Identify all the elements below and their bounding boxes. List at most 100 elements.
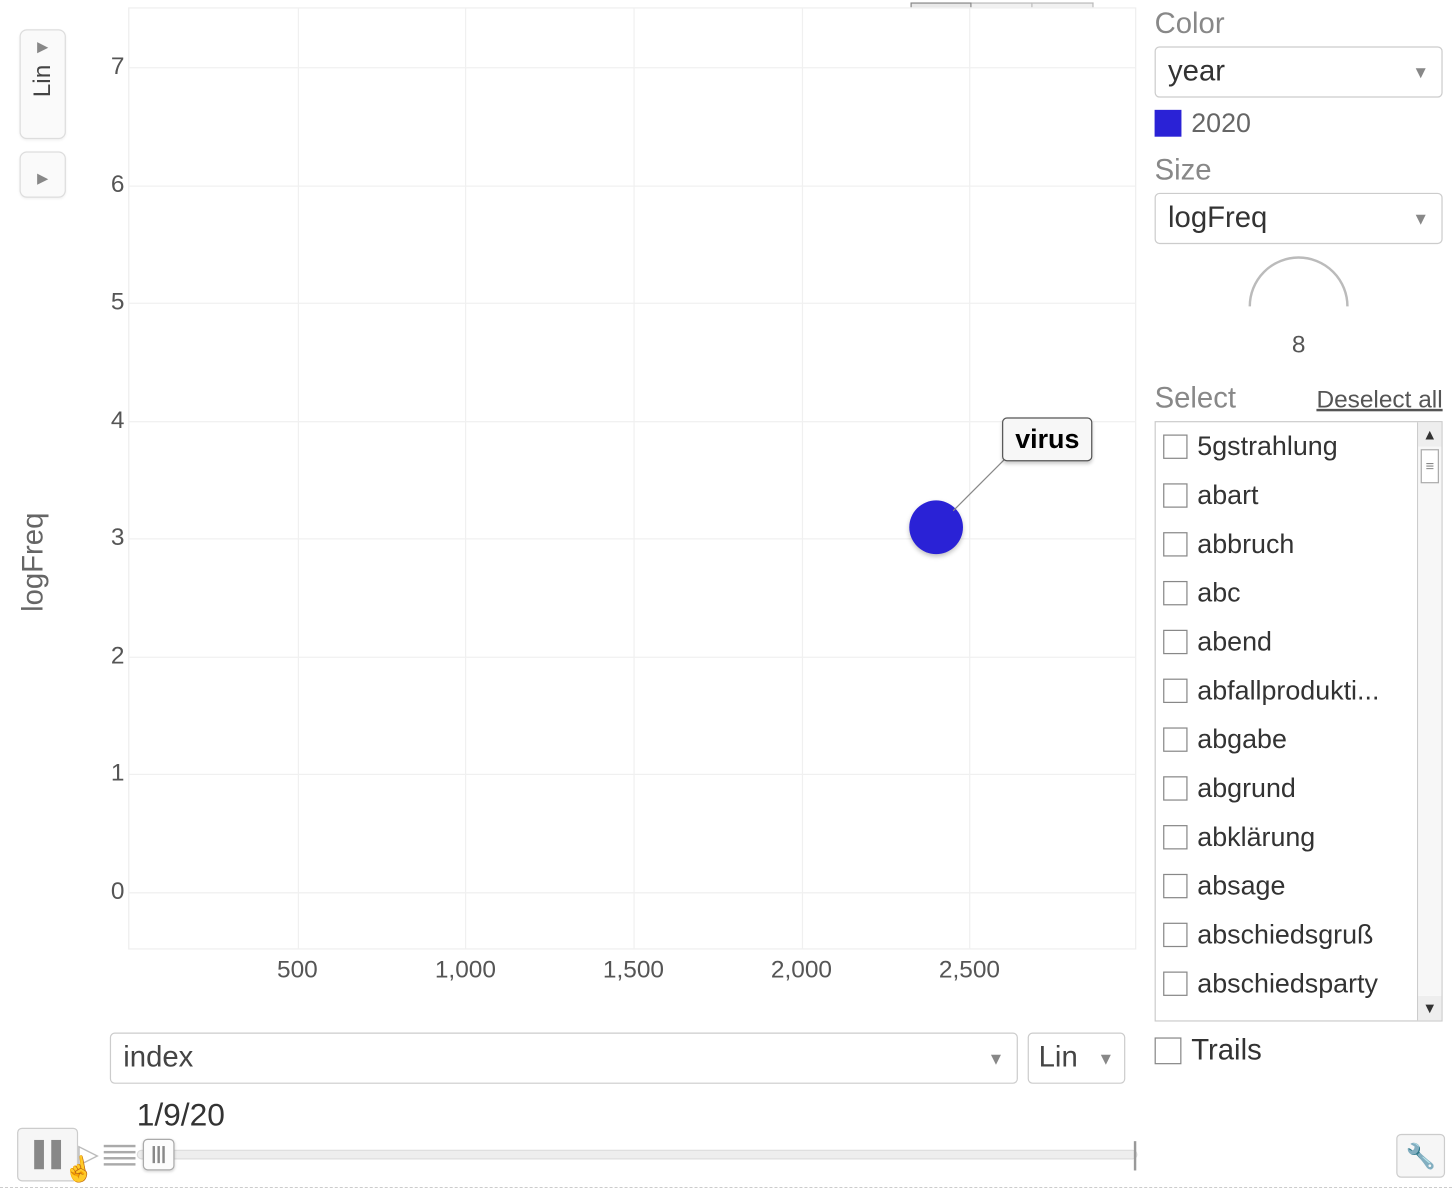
list-item-checkbox[interactable] — [1163, 923, 1187, 947]
chevron-down-icon: ▼ — [1412, 62, 1429, 82]
list-item-checkbox[interactable] — [1163, 776, 1187, 800]
listbox-scrollbar[interactable]: ▲ ▼ — [1417, 422, 1441, 1020]
list-item[interactable]: abart — [1156, 471, 1417, 520]
chevron-down-icon: ▼ — [1412, 209, 1429, 229]
y-axis-label: logFreq — [17, 513, 51, 612]
list-item-checkbox[interactable] — [1163, 825, 1187, 849]
list-item-checkbox[interactable] — [1163, 630, 1187, 654]
color-value: year — [1168, 55, 1225, 89]
select-section-label: Select — [1155, 382, 1236, 416]
color-select[interactable]: year ▼ — [1155, 46, 1443, 97]
list-item[interactable]: abschluß — [1156, 1008, 1417, 1020]
size-value: logFreq — [1168, 201, 1267, 235]
y-tick-label: 0 — [95, 878, 124, 906]
x-scale-toggle[interactable]: Lin ▼ — [1028, 1033, 1126, 1084]
x-tick-label: 500 — [277, 957, 318, 985]
cursor-icon: ☝ — [61, 1152, 96, 1187]
expand-icon: ▶ — [37, 170, 48, 187]
trails-label: Trails — [1191, 1034, 1262, 1068]
list-item[interactable]: abbruch — [1156, 520, 1417, 569]
x-tick-label: 1,500 — [603, 957, 664, 985]
list-item[interactable]: abend — [1156, 618, 1417, 667]
timeline-thumb[interactable] — [143, 1139, 175, 1171]
scrollbar-thumb[interactable] — [1421, 449, 1439, 483]
pause-icon — [34, 1140, 44, 1169]
y-tick-label: 7 — [95, 53, 124, 81]
timeline-slider[interactable] — [137, 1150, 1138, 1160]
list-item-label: abgrund — [1197, 773, 1296, 805]
speed-control[interactable] — [104, 1144, 136, 1165]
list-item-label: abfallprodukti... — [1197, 675, 1379, 707]
gridline — [129, 774, 1135, 775]
gridline — [129, 539, 1135, 540]
settings-button[interactable]: 🔧 — [1396, 1134, 1445, 1178]
size-scale-preview[interactable] — [1155, 251, 1443, 324]
list-item-checkbox[interactable] — [1163, 532, 1187, 556]
y-tick-label: 4 — [95, 407, 124, 435]
list-item-label: abgabe — [1197, 724, 1287, 756]
legend-swatch — [1155, 110, 1182, 137]
y-extra-toggle[interactable]: ▶ — [20, 151, 66, 197]
list-item-label: abart — [1197, 480, 1258, 512]
y-scale-toggle[interactable]: ▶ Lin — [20, 29, 66, 139]
x-tick-label: 2,500 — [939, 957, 1000, 985]
list-item[interactable]: absage — [1156, 862, 1417, 911]
plot-area[interactable]: 5001,0001,5002,0002,50001234567virus — [128, 7, 1136, 949]
list-item[interactable]: abgrund — [1156, 764, 1417, 813]
list-item-label: abc — [1197, 577, 1240, 609]
right-panel: Color year ▼ 2020 Size logFreq ▼ 8 Selec… — [1155, 7, 1443, 1068]
list-item-label: abschiedsgruß — [1197, 919, 1373, 951]
data-label[interactable]: virus — [1002, 417, 1093, 461]
gridline — [129, 656, 1135, 657]
list-item-checkbox[interactable] — [1163, 581, 1187, 605]
scroll-down-icon[interactable]: ▼ — [1418, 996, 1441, 1020]
legend-label: 2020 — [1191, 107, 1251, 139]
gridline — [465, 9, 466, 949]
list-item[interactable]: abschiedsparty — [1156, 959, 1417, 1008]
list-item[interactable]: abfallprodukti... — [1156, 666, 1417, 715]
list-item-label: abbruch — [1197, 528, 1294, 560]
gridline — [129, 67, 1135, 68]
list-item-checkbox[interactable] — [1163, 874, 1187, 898]
gridline — [633, 9, 634, 949]
list-item[interactable]: abc — [1156, 569, 1417, 618]
x-scale-label: Lin — [1039, 1041, 1078, 1075]
gridline — [129, 303, 1135, 304]
x-axis-value: index — [123, 1041, 193, 1075]
color-section-label: Color — [1155, 7, 1443, 41]
list-item-checkbox[interactable] — [1163, 972, 1187, 996]
trails-toggle[interactable]: Trails — [1155, 1034, 1443, 1068]
timeline-date: 1/9/20 — [137, 1096, 225, 1134]
size-select[interactable]: logFreq ▼ — [1155, 193, 1443, 244]
list-item-label: abschluß — [1197, 1017, 1306, 1021]
gridline — [801, 9, 802, 949]
x-axis-select[interactable]: index ▼ — [110, 1033, 1018, 1084]
select-listbox: 5gstrahlung abart abbruch abc abend abfallpro… — [1155, 421, 1443, 1021]
list-item-label: absage — [1197, 870, 1285, 902]
list-item-checkbox[interactable] — [1163, 434, 1187, 458]
slider-end-tick — [1134, 1141, 1136, 1170]
size-scale-value: 8 — [1155, 332, 1443, 360]
y-tick-label: 1 — [95, 760, 124, 788]
list-item[interactable]: abgabe — [1156, 715, 1417, 764]
y-tick-label: 6 — [95, 171, 124, 199]
list-item-checkbox[interactable] — [1163, 727, 1187, 751]
trails-checkbox[interactable] — [1155, 1037, 1182, 1064]
list-item[interactable]: abschiedsgruß — [1156, 910, 1417, 959]
pause-icon — [51, 1140, 61, 1169]
gridline — [129, 421, 1135, 422]
color-legend[interactable]: 2020 — [1155, 107, 1443, 139]
gridline — [129, 185, 1135, 186]
list-item-checkbox[interactable] — [1163, 483, 1187, 507]
gridline — [129, 892, 1135, 893]
list-item-checkbox[interactable] — [1163, 679, 1187, 703]
scroll-up-icon[interactable]: ▲ — [1418, 422, 1441, 446]
list-item-label: 5gstrahlung — [1197, 431, 1337, 463]
deselect-all-link[interactable]: Deselect all — [1316, 387, 1442, 415]
wrench-icon: 🔧 — [1405, 1141, 1435, 1172]
list-item[interactable]: 5gstrahlung — [1156, 422, 1417, 471]
y-tick-label: 3 — [95, 525, 124, 553]
list-item[interactable]: abklärung — [1156, 813, 1417, 862]
list-item-label: abschiedsparty — [1197, 968, 1378, 1000]
y-tick-label: 5 — [95, 289, 124, 317]
